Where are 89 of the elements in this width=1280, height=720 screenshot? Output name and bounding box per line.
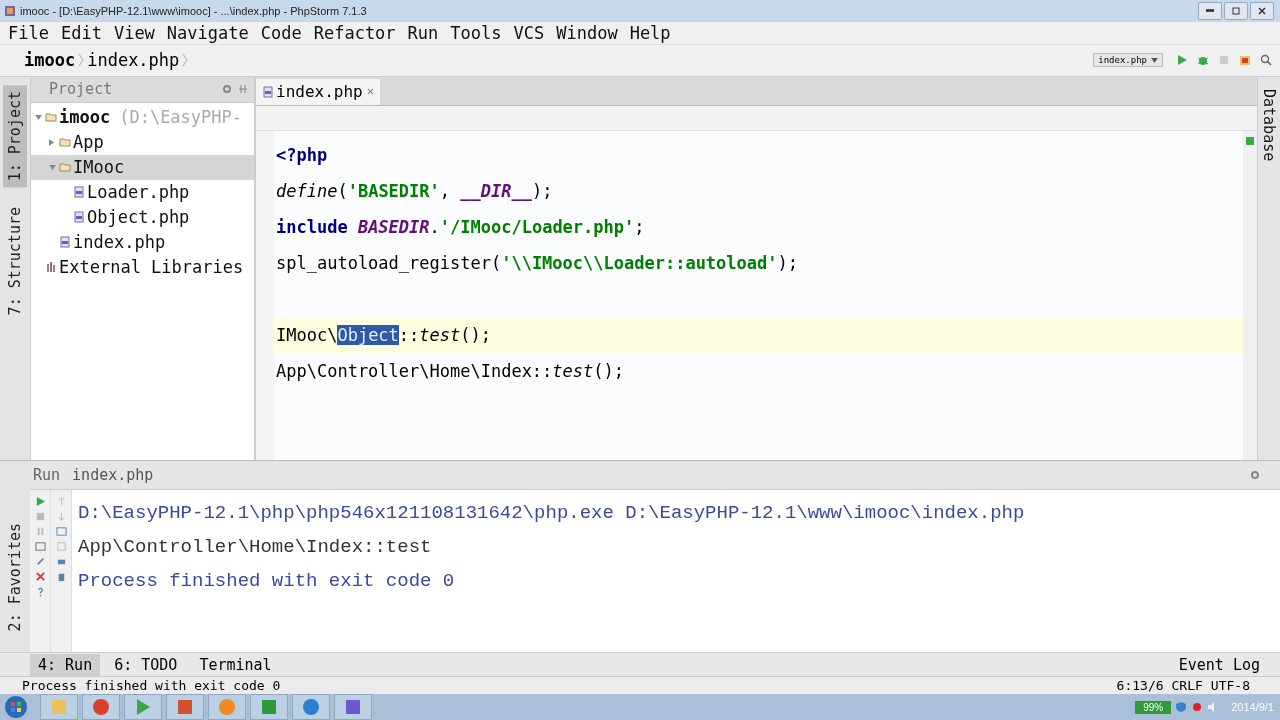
- taskbar-app-icon[interactable]: [334, 694, 372, 720]
- menu-item[interactable]: VCS: [513, 22, 545, 43]
- taskbar-app-icon[interactable]: [124, 694, 162, 720]
- folder-icon: [45, 111, 57, 124]
- close-icon[interactable]: [34, 571, 46, 583]
- code-line: include BASEDIR.'/IMooc/Loader.php';: [275, 215, 646, 239]
- tool-window-tab[interactable]: 1: Project: [3, 84, 27, 187]
- stop-icon[interactable]: [1218, 54, 1230, 67]
- chevron-icon: [182, 52, 189, 69]
- menu-item[interactable]: Refactor: [313, 22, 396, 43]
- status-message: Process finished with exit code 0: [22, 678, 281, 694]
- file-icon: [73, 211, 85, 224]
- gear-icon[interactable]: [222, 84, 232, 95]
- bug-icon[interactable]: [1197, 54, 1209, 67]
- menu-item[interactable]: View: [113, 22, 155, 43]
- stop-icon[interactable]: [34, 511, 46, 523]
- console-line: Process finished with exit code 0: [78, 569, 456, 595]
- tool-window-tab[interactable]: Terminal: [191, 653, 280, 676]
- menu-item[interactable]: Edit: [60, 22, 102, 43]
- search-icon[interactable]: [1260, 54, 1272, 67]
- minimize-button[interactable]: [1198, 1, 1222, 20]
- tree-item[interactable]: App: [31, 129, 254, 155]
- expand-arrow-icon[interactable]: [49, 164, 56, 170]
- caret-position[interactable]: 6:13/6: [1116, 678, 1164, 694]
- tool-window-tab[interactable]: 7: Structure: [3, 201, 27, 322]
- run-tab[interactable]: index.php: [72, 466, 154, 485]
- console-line: App\Controller\Home\Index::test: [78, 535, 433, 561]
- file-icon: [73, 186, 85, 199]
- close-icon[interactable]: [366, 88, 374, 96]
- start-button[interactable]: [4, 695, 28, 719]
- tree-item[interactable]: IMooc: [31, 154, 254, 180]
- panel-title: Project: [49, 80, 114, 99]
- taskbar-app-icon[interactable]: [166, 694, 204, 720]
- file-icon: [59, 236, 71, 249]
- line-separator[interactable]: CRLF: [1171, 678, 1203, 694]
- code-line: define('BASEDIR', __DIR__);: [275, 179, 554, 203]
- tool-window-tab[interactable]: 4: Run: [30, 653, 101, 676]
- run-icon[interactable]: [34, 496, 46, 508]
- expand-arrow-icon[interactable]: [35, 114, 42, 120]
- panel-title: Run: [33, 466, 61, 485]
- shield-icon[interactable]: [1175, 701, 1188, 713]
- code-line: spl_autoload_register('\\IMooc\\Loader::autoload');: [275, 251, 799, 275]
- clock-date: 2014/9/1: [1231, 701, 1274, 713]
- code-line: App\Controller\Home\Index::test();: [275, 359, 625, 383]
- menu-item[interactable]: Navigate: [166, 22, 249, 43]
- breadcrumb[interactable]: index.php: [87, 50, 180, 71]
- taskbar-app-icon[interactable]: [82, 694, 120, 720]
- maximize-icon: [1231, 5, 1241, 16]
- menu-item[interactable]: Help: [629, 22, 671, 43]
- tool-window-tab[interactable]: Database: [1260, 88, 1278, 161]
- app-icon: [4, 4, 16, 17]
- event-log-button[interactable]: Event Log: [1178, 655, 1260, 674]
- caret-icon: [1151, 58, 1158, 64]
- taskbar-app-icon[interactable]: [208, 694, 246, 720]
- menu-item[interactable]: File: [8, 22, 49, 43]
- folder-icon: [59, 161, 71, 174]
- tree-item[interactable]: External Libraries: [31, 254, 254, 280]
- close-icon: [1257, 5, 1267, 16]
- taskbar-app-icon[interactable]: [292, 694, 330, 720]
- menu-item[interactable]: Window: [556, 22, 618, 43]
- tree-item[interactable]: index.php: [31, 229, 254, 255]
- taskbar-app-icon[interactable]: [250, 694, 288, 720]
- breadcrumb[interactable]: imooc: [24, 50, 76, 71]
- library-icon: [45, 261, 57, 274]
- editor-tab[interactable]: index.php: [256, 78, 380, 105]
- tool-window-tab[interactable]: 6: TODO: [106, 653, 186, 676]
- menu-item[interactable]: Code: [260, 22, 302, 43]
- dot-icon[interactable]: [1191, 701, 1204, 713]
- tree-item[interactable]: Loader.php: [31, 179, 254, 205]
- close-button[interactable]: [1250, 1, 1274, 20]
- folder-icon: [59, 136, 71, 149]
- code-line: <?php: [275, 143, 329, 167]
- tree-item[interactable]: imooc (D:\EasyPHP-: [31, 104, 254, 130]
- tree-item[interactable]: Object.php: [31, 204, 254, 230]
- collapse-arrow-icon[interactable]: [49, 138, 54, 146]
- file-encoding[interactable]: UTF-8: [1210, 678, 1250, 694]
- run-icon[interactable]: [1176, 54, 1188, 67]
- console-line: D:\EasyPHP-12.1\php\php546x121108131642\php.exe D:\EasyPHP-12.1\www\imooc\index.php: [78, 501, 1026, 527]
- gear-icon[interactable]: [1250, 470, 1260, 481]
- status-indicator: [1246, 136, 1254, 145]
- window-title: imooc - [D:\EasyPHP-12.1\www\imooc] - ...\index.php - PhpStorm 7.1.3: [20, 4, 367, 17]
- menu-item[interactable]: Tools: [450, 22, 502, 43]
- menu-item[interactable]: Run: [407, 22, 439, 43]
- chevron-icon: [78, 52, 85, 69]
- minimize-icon: [1206, 9, 1214, 13]
- file-icon: [262, 85, 274, 98]
- run-config-dropdown[interactable]: index.php: [1093, 53, 1163, 68]
- battery-indicator[interactable]: 99%: [1135, 700, 1172, 714]
- taskbar-app-icon[interactable]: [40, 694, 78, 720]
